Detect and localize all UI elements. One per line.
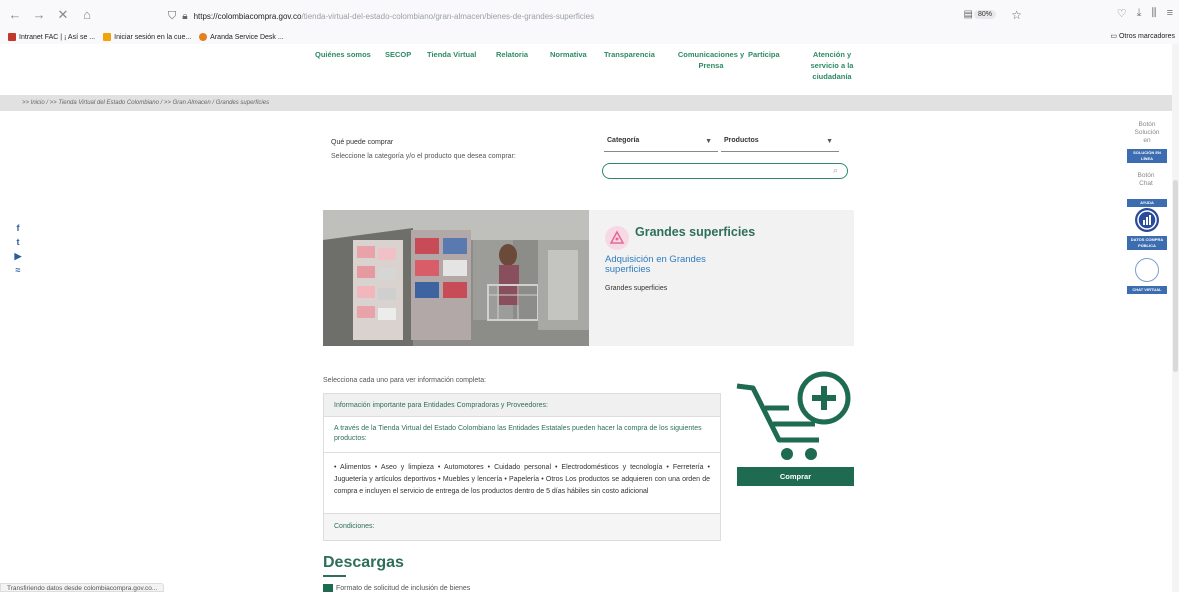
bookmark-label: Iniciar sesión en la cue... (114, 33, 192, 41)
stop-icon[interactable]: ✕ (54, 6, 72, 24)
boton-solucion-label: Botón Solución en (1134, 121, 1160, 144)
nav-secop[interactable]: SECOP (385, 49, 411, 60)
library-icon[interactable]: ⫼ (1152, 7, 1157, 20)
bookmarks-bar: Intranet FAC | ¡ Así se ... Iniciar sesi… (0, 30, 1179, 44)
home-icon[interactable]: ⌂ (78, 6, 96, 24)
buy-button[interactable]: Comprar (737, 467, 854, 486)
nav-comunicaciones[interactable]: Comunicaciones y Prensa (665, 49, 757, 71)
reader-view-icon[interactable]: ▤ (964, 9, 973, 20)
store-photo (323, 210, 589, 346)
accordion-header-info[interactable]: Información importante para Entidades Co… (324, 394, 720, 417)
bookmark-label: Intranet FAC | ¡ Así se ... (19, 33, 96, 41)
lock-icon[interactable]: 🔒︎ (182, 11, 187, 22)
accordion-header-conditions[interactable]: Condiciones: (324, 514, 720, 540)
url-path: /tienda-virtual-del-estado-colombiano/gr… (301, 11, 595, 21)
category-icon (605, 226, 629, 250)
nav-normativa[interactable]: Normativa (550, 49, 587, 60)
other-bookmarks-label: Otros marcadores (1118, 33, 1175, 40)
search-icon[interactable]: ⌕ (833, 165, 838, 176)
category-subtitle-link[interactable]: Adquisición en Grandes superficies (605, 255, 745, 275)
url-bar[interactable]: ⛉ 🔒︎ https://colombiacompra.gov.co /tien… (168, 6, 1028, 26)
products-select-value: Productos (724, 137, 759, 144)
download-icon[interactable]: ⤓ (1137, 7, 1142, 20)
bookmark-star-icon[interactable]: ☆ (1011, 8, 1022, 22)
purchase-subtitle: Seleccione la categoría y/o el producto … (331, 153, 516, 160)
info-accordion: Información importante para Entidades Co… (323, 393, 721, 541)
search-input[interactable]: ⌕ (602, 163, 848, 179)
breadcrumb[interactable]: >> Inicio / >> Tienda Virtual del Estado… (0, 95, 1172, 111)
downloads-title: Descargas (323, 554, 404, 571)
datos-compra-publica-button[interactable]: DATOS COMPRA PÚBLICA (1127, 236, 1167, 250)
bookmark-favicon (199, 33, 208, 41)
tracking-shield-icon[interactable]: ⛉ (168, 10, 176, 23)
cart-add-icon (735, 368, 857, 462)
bookmark-item[interactable]: Aranda Service Desk ... (199, 33, 284, 41)
bookmark-favicon (103, 33, 112, 41)
nav-tienda-virtual[interactable]: Tienda Virtual (427, 49, 476, 60)
chat-virtual-icon[interactable] (1135, 258, 1159, 282)
page-scrollbar[interactable] (1172, 44, 1179, 592)
facebook-icon[interactable]: f (13, 223, 23, 233)
boton-chat-label: Botón Chat (1137, 172, 1155, 187)
accordion-products: • Alimentos • Aseo y limpieza • Automoto… (324, 453, 720, 514)
solucion-en-linea-button[interactable]: SOLUCIÓN EN LÍNEA (1127, 149, 1167, 163)
zoom-level[interactable]: 80% (973, 10, 996, 19)
spreadsheet-icon (323, 584, 333, 592)
downloads-underline (323, 575, 346, 577)
forward-icon[interactable]: → (30, 6, 48, 24)
rss-icon[interactable]: ≈ (13, 265, 23, 275)
download-item[interactable]: Formato de solicitud de inclusión de bie… (323, 584, 470, 592)
nav-quienes-somos[interactable]: Quiénes somos (315, 49, 371, 60)
info-hint: Selecciona cada uno para ver información… (323, 377, 487, 384)
purchase-title: Qué puede comprar (331, 139, 394, 146)
youtube-icon[interactable]: ▶ (13, 251, 23, 261)
chevron-down-icon: ▼ (826, 138, 833, 145)
browser-toolbar: ← → ✕ ⌂ ⛉ 🔒︎ https://colombiacompra.gov.… (0, 0, 1179, 30)
other-bookmarks[interactable]: ▭ Otros marcadores (1110, 32, 1175, 40)
scrollbar-thumb[interactable] (1173, 180, 1178, 372)
category-title: Grandes superficies (635, 225, 756, 239)
status-bar: Transfiriendo datos desde colombiacompra… (0, 583, 165, 592)
back-icon[interactable]: ← (6, 6, 24, 24)
bookmark-item[interactable]: Intranet FAC | ¡ Así se ... (8, 33, 95, 41)
url-host: https://colombiacompra.gov.co (193, 11, 302, 21)
nav-relatoria[interactable]: Relatoria (496, 49, 528, 60)
twitter-icon[interactable]: t (13, 237, 23, 247)
category-select-value: Categoría (607, 137, 640, 144)
download-item-label: Formato de solicitud de inclusión de bie… (336, 584, 471, 592)
products-select[interactable]: Productos ▼ (721, 137, 839, 152)
accordion-intro: A través de la Tienda Virtual del Estado… (324, 417, 720, 453)
category-description: Grandes superficies (605, 285, 668, 292)
bookmark-item[interactable]: Iniciar sesión en la cue... (103, 33, 191, 41)
bookmark-favicon (8, 33, 16, 41)
pocket-icon[interactable]: ♡ (1117, 7, 1127, 20)
social-links: f t ▶ ≈ (13, 223, 23, 275)
category-select[interactable]: Categoría ▼ (604, 137, 718, 152)
nav-participa[interactable]: Participa (748, 49, 780, 60)
category-card[interactable]: Grandes superficies Adquisición en Grand… (323, 210, 854, 346)
ayuda-button[interactable]: AYUDA (1127, 199, 1167, 207)
nav-atencion[interactable]: Atención y servicio a la ciudadanía (806, 49, 858, 82)
nav-transparencia[interactable]: Transparencia (604, 49, 655, 60)
site-navigation: Quiénes somos SECOP Tienda Virtual Relat… (0, 46, 1179, 94)
bookmark-label: Aranda Service Desk ... (210, 33, 284, 41)
stats-icon[interactable] (1135, 208, 1159, 232)
chevron-down-icon: ▼ (705, 138, 712, 145)
extensions-icon[interactable]: ≡ (1167, 7, 1173, 20)
chat-virtual-button[interactable]: CHAT VIRTUAL (1127, 286, 1167, 294)
